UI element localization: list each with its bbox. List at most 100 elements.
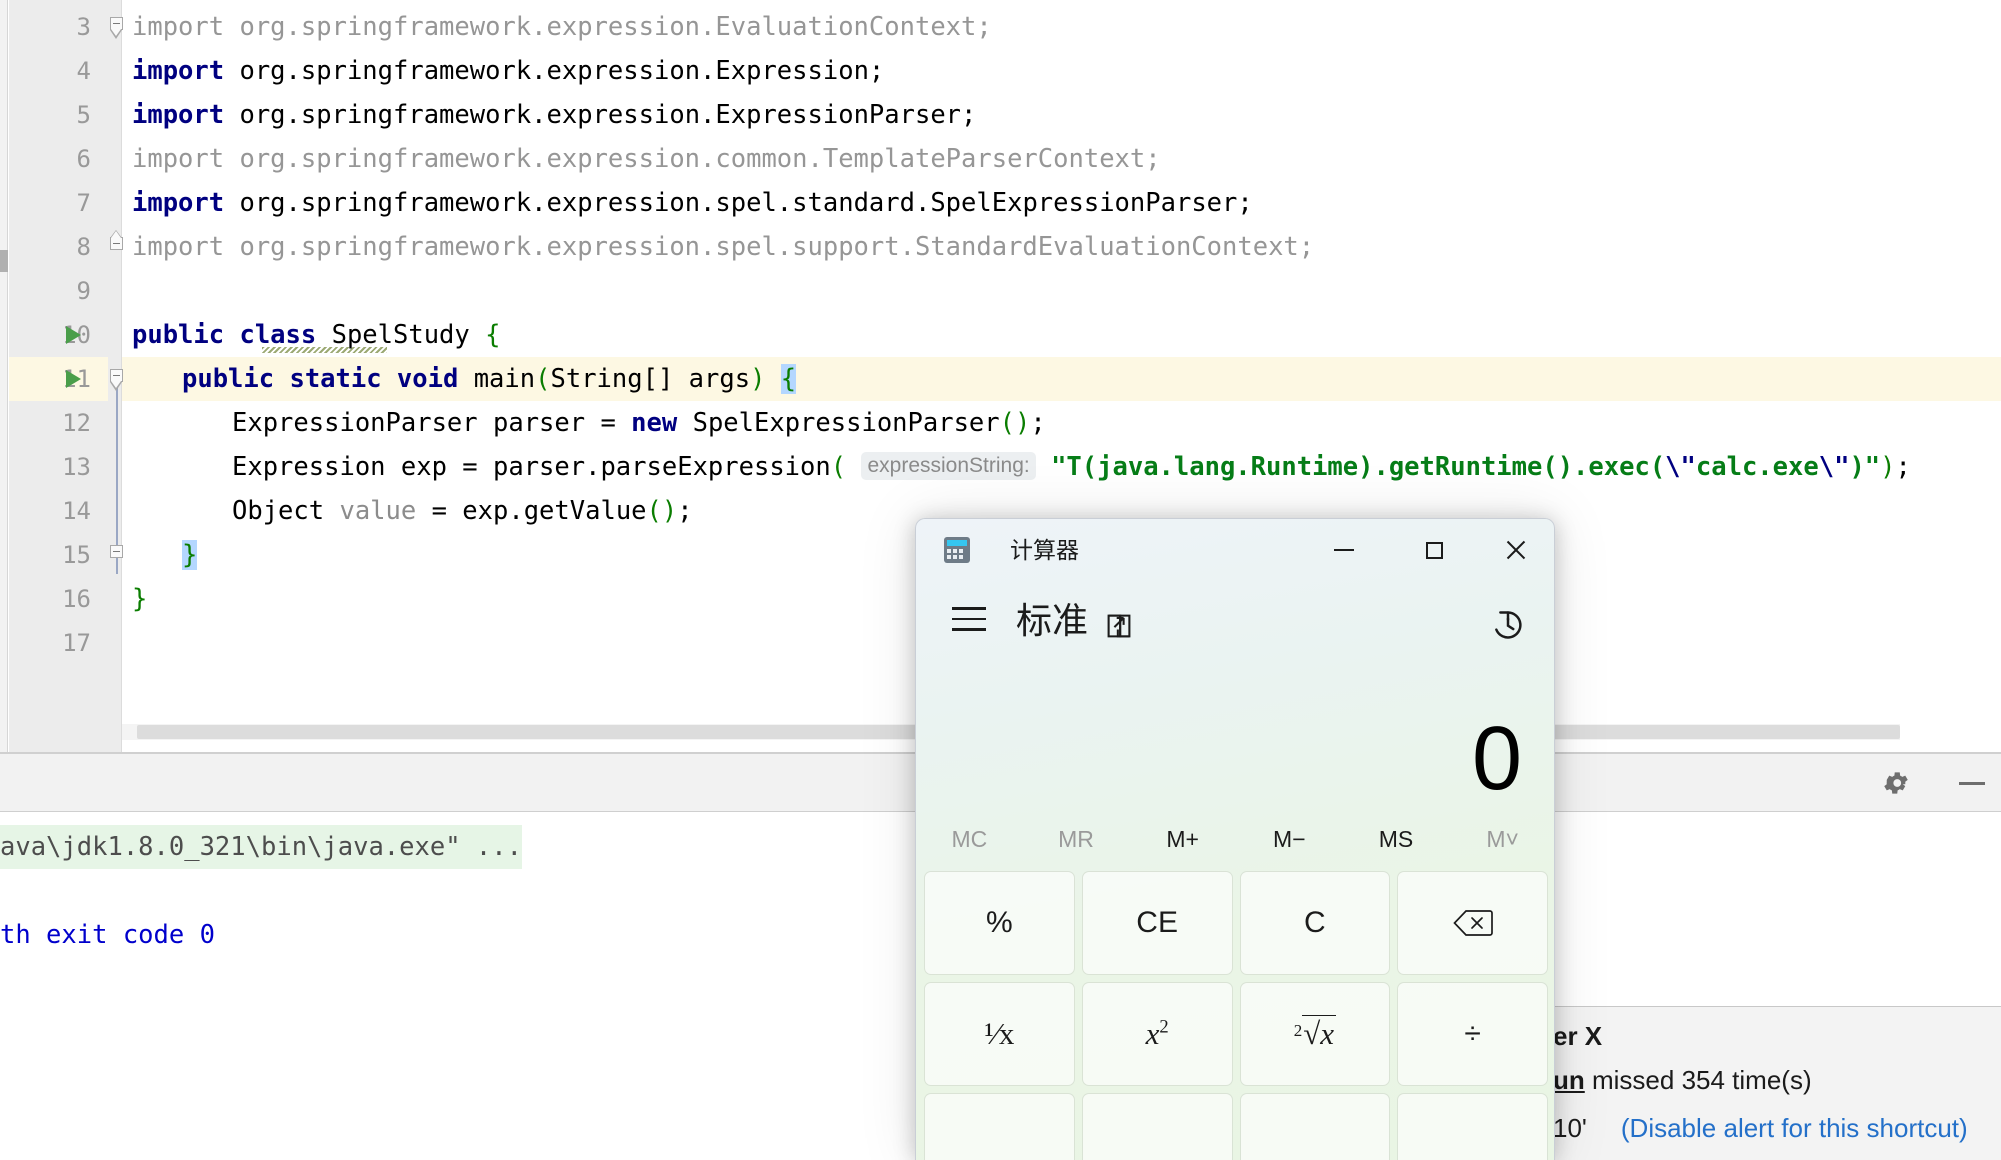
multiply-key[interactable] <box>1397 1093 1548 1160</box>
code-line[interactable]: import org.springframework.expression.sp… <box>122 225 2001 269</box>
code-token: org.springframework.expression.spel.stan… <box>224 188 1253 218</box>
calculator-titlebar[interactable]: 计算器 <box>916 519 1554 581</box>
memory-button-mc[interactable]: MC <box>916 813 1023 865</box>
line-number: 16 <box>62 585 91 613</box>
code-token: main <box>473 364 536 394</box>
code-line[interactable]: import org.springframework.expression.co… <box>122 137 2001 181</box>
maximize-window-button[interactable] <box>1404 519 1464 581</box>
code-token: import org.springframework.expression.co… <box>132 144 1161 174</box>
clear-entry-key[interactable]: CE <box>1081 871 1233 975</box>
calculator-icon <box>944 537 970 563</box>
divide-key[interactable]: ÷ <box>1397 982 1548 1086</box>
code-line[interactable]: Expression exp = parser.parseExpression(… <box>122 445 2001 489</box>
code-token: ; <box>677 496 693 526</box>
line-number: 15 <box>62 541 91 569</box>
left-tool-strip[interactable] <box>0 0 8 754</box>
memory-button-m[interactable]: M− <box>1236 813 1343 865</box>
disable-alert-link[interactable]: (Disable alert for this shortcut) <box>1621 1113 1968 1143</box>
parameter-hint: expressionString: <box>861 452 1036 480</box>
line-number: 5 <box>76 101 91 129</box>
line-number: 10 <box>62 321 91 349</box>
square-key[interactable]: x2 <box>1081 982 1233 1086</box>
fold-marker[interactable] <box>110 357 123 401</box>
code-token: ; <box>1030 408 1046 438</box>
code-token: { <box>485 320 501 350</box>
gear-icon[interactable] <box>1881 768 1911 798</box>
code-token: org.springframework.expression.Expressio… <box>224 56 885 86</box>
code-line[interactable]: ExpressionParser parser = new SpelExpres… <box>122 401 2001 445</box>
calculator-navbar: 标准 <box>916 581 1554 659</box>
backspace-key[interactable] <box>1397 871 1548 975</box>
notification-footer: 10' (Disable alert for this shortcut) <box>1553 1113 1968 1144</box>
reciprocal-key[interactable]: ¹⁄x <box>924 982 1075 1086</box>
line-number: 11 <box>9 357 108 401</box>
hamburger-menu-icon[interactable] <box>952 607 986 633</box>
seven-key[interactable] <box>924 1093 1075 1160</box>
key-promoter-notification[interactable]: er X un missed 354 time(s) 10' (Disable a… <box>1536 1006 2001 1160</box>
code-line[interactable]: public static void main(String[] args) { <box>122 357 2001 401</box>
minimize-window-button[interactable] <box>1314 519 1374 581</box>
memory-button-m[interactable]: M+ <box>1129 813 1236 865</box>
calculator-window[interactable]: 计算器 标准 0 MC MR M+ M− MS M˅ % CE C ¹⁄x x2… <box>915 518 1555 1160</box>
code-token: ExpressionParser parser = <box>232 408 632 438</box>
run-gutter-icon[interactable] <box>62 313 84 357</box>
line-number: 17 <box>62 629 91 657</box>
line-number: 13 <box>62 453 91 481</box>
square-label: x2 <box>1145 1016 1169 1051</box>
code-token: ( <box>535 364 551 394</box>
code-token: import org.springframework.expression.sp… <box>132 232 1315 262</box>
calculator-title: 计算器 <box>1010 537 1079 563</box>
fold-marker[interactable] <box>110 5 123 49</box>
code-token: SpelStudy <box>331 320 486 350</box>
code-token: { <box>780 364 797 394</box>
code-token: ( <box>830 452 847 482</box>
code-token: calc.exe <box>1695 452 1819 482</box>
code-token: \" <box>1818 452 1850 482</box>
fold-marker[interactable] <box>110 225 123 269</box>
line-number: 3 <box>76 13 91 41</box>
notification-shortcut-text: 10' <box>1553 1113 1587 1143</box>
line-number: 12 <box>62 409 91 437</box>
memory-button-ms[interactable]: MS <box>1343 813 1450 865</box>
code-line[interactable]: import org.springframework.expression.Ex… <box>122 93 2001 137</box>
fold-marker[interactable] <box>110 533 123 577</box>
code-token: = exp.getValue <box>416 496 647 526</box>
code-token: Object <box>232 496 340 526</box>
memory-button-mr[interactable]: MR <box>1023 813 1130 865</box>
calculator-mode-label: 标准 <box>1016 600 1089 641</box>
square-root-key[interactable]: 2√x <box>1239 982 1391 1086</box>
notification-body: un missed 354 time(s) <box>1553 1065 1812 1096</box>
eight-key[interactable] <box>1081 1093 1233 1160</box>
sqrt-label: 2√x <box>1293 1015 1337 1051</box>
code-token: value <box>339 496 417 526</box>
history-icon[interactable] <box>1490 607 1526 643</box>
code-token: \" <box>1665 452 1696 482</box>
calculator-memory-row: MC MR M+ M− MS M˅ <box>916 813 1554 865</box>
run-gutter-icon[interactable] <box>62 357 84 401</box>
tool-strip-thumb[interactable] <box>0 250 8 272</box>
keep-on-top-icon[interactable] <box>1104 611 1134 641</box>
code-line[interactable]: public class SpelStudy { <box>122 313 2001 357</box>
memory-button-m[interactable]: M˅ <box>1449 813 1554 865</box>
code-token: ) <box>1880 452 1896 482</box>
clear-key[interactable]: C <box>1239 871 1391 975</box>
minimize-icon[interactable] <box>1959 782 1985 785</box>
code-token: "T(java.lang.Runtime).getRuntime().exec( <box>1051 452 1666 482</box>
code-line[interactable] <box>122 269 2001 313</box>
line-number: 14 <box>62 497 91 525</box>
code-line[interactable]: import org.springframework.expression.sp… <box>122 181 2001 225</box>
code-token: Expression exp = parser.parseExpression <box>232 452 831 482</box>
notification-title: er X <box>1553 1021 1603 1051</box>
notification-body-bold: un <box>1553 1065 1585 1095</box>
code-line[interactable]: import org.springframework.expression.Ex… <box>122 49 2001 93</box>
close-window-button[interactable] <box>1486 519 1546 581</box>
code-token: () <box>999 408 1031 438</box>
percent-key[interactable]: % <box>924 871 1075 975</box>
code-line[interactable]: import org.springframework.expression.Ev… <box>122 5 2001 49</box>
line-number: 7 <box>76 189 91 217</box>
notification-body-rest: missed 354 time(s) <box>1584 1065 1812 1095</box>
code-token: import <box>132 100 225 130</box>
nine-key[interactable] <box>1239 1093 1391 1160</box>
